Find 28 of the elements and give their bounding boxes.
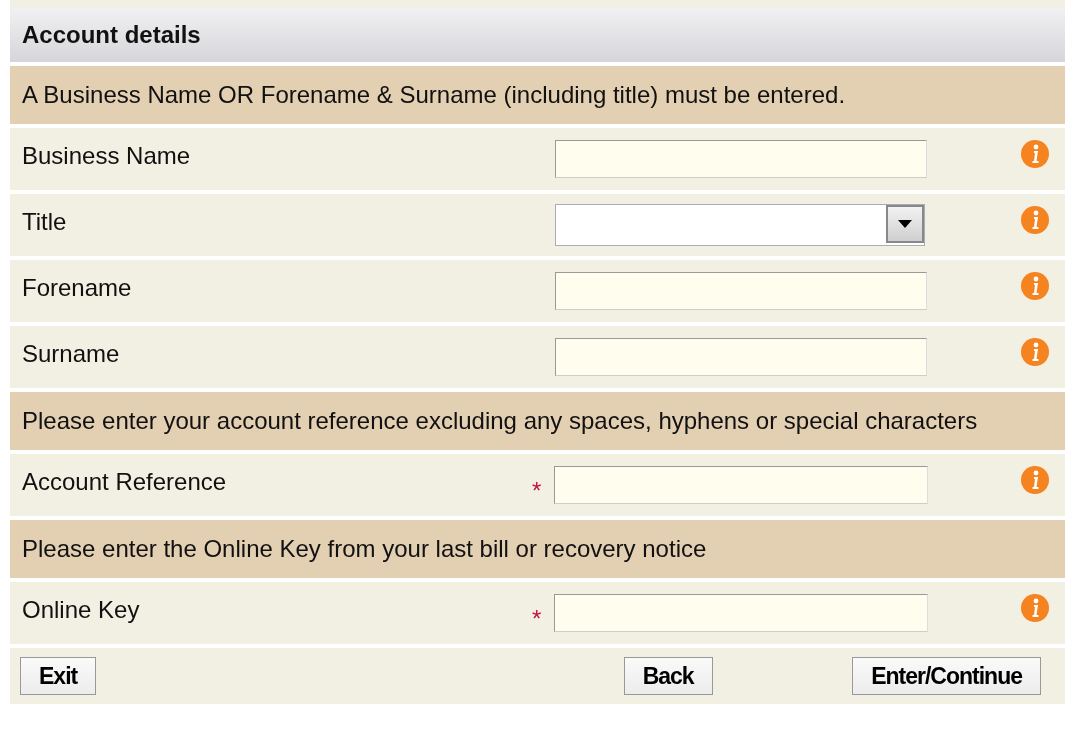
input-field[interactable]: [555, 338, 927, 376]
info-icon[interactable]: [1021, 338, 1049, 366]
field-label: Business Name: [22, 141, 192, 170]
required-marker: *: [532, 477, 543, 505]
field-label: Account Reference: [22, 467, 228, 496]
info-icon[interactable]: [1021, 272, 1049, 300]
dropdown-button[interactable]: [886, 205, 924, 243]
form-button[interactable]: Back: [623, 657, 713, 695]
field-label: Online Key: [22, 595, 141, 624]
info-icon[interactable]: [1021, 594, 1049, 622]
input-field[interactable]: [554, 466, 928, 504]
field-label: Title: [22, 207, 68, 236]
instruction-text: Please enter your account reference excluding any spaces, hyphens or special characters: [22, 407, 978, 434]
field-label: Surname: [22, 339, 121, 368]
instruction-text: A Business Name OR Forename & Surname (including title) must be entered.: [22, 81, 846, 108]
required-marker: *: [532, 605, 543, 633]
form-button[interactable]: Exit: [20, 657, 97, 695]
input-field[interactable]: [554, 594, 928, 632]
form-button[interactable]: Enter/Continue: [852, 657, 1041, 695]
info-icon[interactable]: [1021, 140, 1049, 168]
info-icon[interactable]: [1021, 466, 1049, 494]
instruction-text: Please enter the Online Key from your last bill or recovery notice: [22, 535, 707, 562]
input-field[interactable]: [555, 272, 927, 310]
info-icon[interactable]: [1021, 206, 1049, 234]
input-field[interactable]: [555, 140, 927, 178]
field-label: Forename: [22, 273, 133, 302]
caret-icon: [898, 220, 912, 228]
panel-title: Account details: [22, 21, 201, 49]
